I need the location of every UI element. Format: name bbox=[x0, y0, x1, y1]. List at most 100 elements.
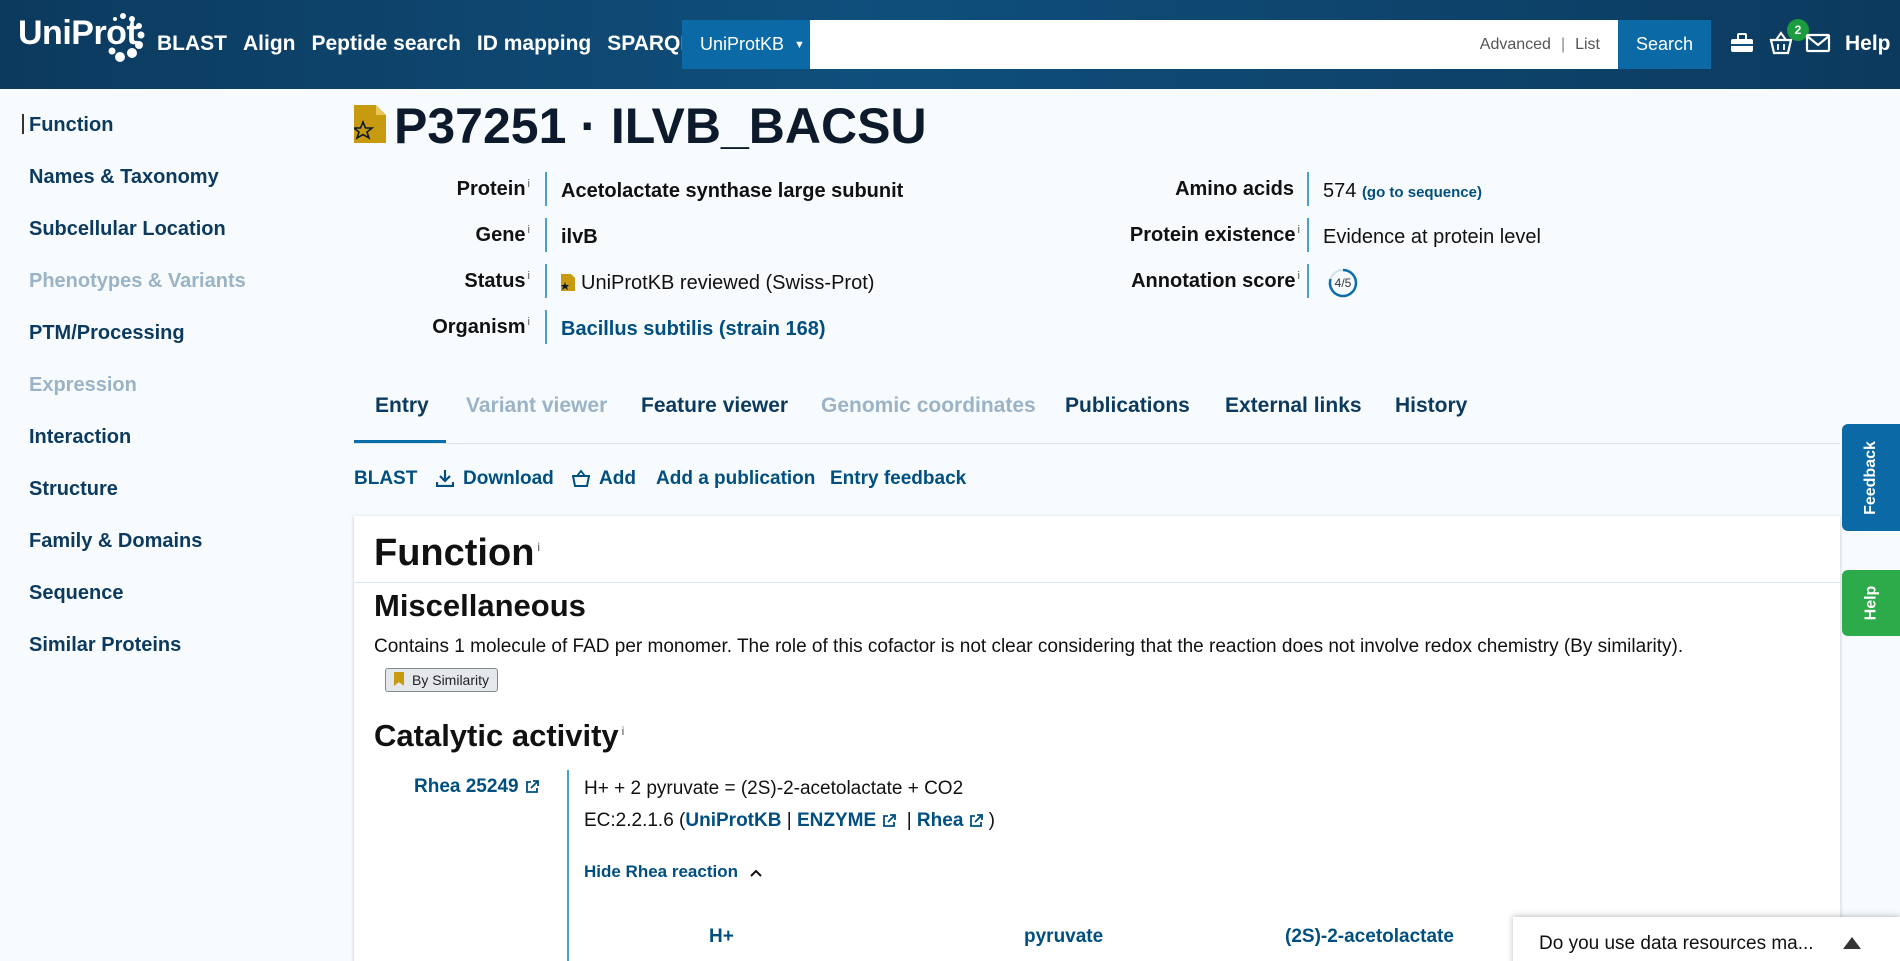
search-button[interactable]: Search bbox=[1618, 20, 1711, 69]
reaction-divider bbox=[567, 770, 569, 961]
function-heading: Function i bbox=[374, 532, 540, 575]
sidebar-item-function[interactable]: Function bbox=[29, 114, 113, 137]
sidebar-item-names-taxonomy[interactable]: Names & Taxonomy bbox=[29, 166, 219, 189]
info-divider bbox=[545, 264, 547, 298]
go-to-sequence-link[interactable]: (go to sequence) bbox=[1362, 184, 1482, 201]
annotation-score-label-text: Annotation score bbox=[1131, 270, 1296, 292]
chevron-up-icon bbox=[750, 869, 762, 877]
search-input[interactable]: Advanced | List bbox=[810, 20, 1618, 69]
info-icon[interactable]: i bbox=[528, 224, 530, 236]
reviewed-icon bbox=[561, 274, 575, 291]
blast-button[interactable]: BLAST bbox=[354, 468, 417, 490]
info-divider bbox=[1307, 264, 1309, 298]
advanced-search-link[interactable]: Advanced bbox=[1480, 36, 1551, 53]
help-side-tab[interactable]: Help bbox=[1842, 570, 1900, 636]
database-select[interactable]: UniProtKB ▼ bbox=[682, 20, 810, 69]
organism-link[interactable]: Bacillus subtilis (strain 168) bbox=[561, 318, 826, 341]
ec-number-line: EC:2.2.1.6 (UniProtKB | ENZYME | Rhea ) bbox=[584, 810, 995, 831]
list-search-link[interactable]: List bbox=[1575, 36, 1600, 53]
tab-external-links[interactable]: External links bbox=[1225, 394, 1362, 418]
organism-label: Organism i bbox=[432, 316, 530, 339]
sidebar-item-phenotypes-variants: Phenotypes & Variants bbox=[29, 270, 246, 292]
add-publication-button[interactable]: Add a publication bbox=[656, 468, 815, 490]
ec-suffix: ) bbox=[988, 810, 995, 831]
info-icon[interactable]: i bbox=[1298, 270, 1300, 282]
compound-acetolactate[interactable]: (2S)-2-acetolactate bbox=[1285, 926, 1454, 948]
sidebar-item-similar-proteins[interactable]: Similar Proteins bbox=[29, 634, 181, 657]
info-divider bbox=[545, 218, 547, 252]
protein-label-text: Protein bbox=[456, 178, 526, 200]
amino-acids-label: Amino acids bbox=[1175, 178, 1294, 200]
sidebar-item-sequence[interactable]: Sequence bbox=[29, 582, 123, 605]
evidence-tag[interactable]: By Similarity bbox=[385, 668, 499, 692]
hide-rhea-label: Hide Rhea reaction bbox=[584, 862, 738, 881]
nav-id-mapping[interactable]: ID mapping bbox=[477, 32, 591, 56]
info-icon[interactable]: i bbox=[622, 724, 625, 738]
annotation-score-value: 4/5 bbox=[1334, 276, 1352, 290]
sidebar-item-structure[interactable]: Structure bbox=[29, 478, 118, 501]
help-link[interactable]: Help bbox=[1845, 32, 1891, 56]
feedback-side-tab-label: Feedback bbox=[1862, 440, 1879, 515]
hide-rhea-reaction-toggle[interactable]: Hide Rhea reaction bbox=[584, 862, 763, 882]
help-side-tab-label: Help bbox=[1861, 585, 1879, 621]
add-to-basket-button[interactable]: Add bbox=[599, 468, 636, 490]
sidebar-item-family-domains[interactable]: Family & Domains bbox=[29, 530, 202, 553]
logo-dots-icon bbox=[108, 13, 145, 62]
info-icon[interactable]: i bbox=[528, 316, 530, 328]
protein-value: Acetolactate synthase large subunit bbox=[561, 180, 904, 202]
download-button[interactable]: Download bbox=[463, 468, 554, 490]
catalytic-activity-heading-text: Catalytic activity bbox=[374, 718, 619, 753]
info-icon[interactable]: i bbox=[537, 540, 540, 554]
gene-label-text: Gene bbox=[475, 224, 526, 246]
tab-entry[interactable]: Entry bbox=[375, 394, 429, 418]
catalytic-activity-heading: Catalytic activity i bbox=[374, 718, 624, 754]
external-link-icon bbox=[970, 814, 984, 827]
gene-value: ilvB bbox=[561, 226, 598, 248]
amino-acids-value: 574 (go to sequence) bbox=[1323, 180, 1482, 203]
ec-enzyme-text: ENZYME bbox=[796, 810, 877, 831]
entry-feedback-button[interactable]: Entry feedback bbox=[830, 468, 966, 490]
search-options: Advanced | List bbox=[1480, 36, 1600, 54]
compound-h-plus[interactable]: H+ bbox=[709, 926, 734, 948]
nav-peptide-search[interactable]: Peptide search bbox=[312, 32, 461, 56]
protein-existence-value: Evidence at protein level bbox=[1323, 226, 1541, 248]
sidebar-item-interaction[interactable]: Interaction bbox=[29, 426, 131, 449]
ec-enzyme-link[interactable]: ENZYME bbox=[796, 810, 897, 831]
sidebar-item-subcellular-location[interactable]: Subcellular Location bbox=[29, 218, 226, 241]
ec-rhea-link[interactable]: Rhea bbox=[917, 810, 984, 831]
tab-feature-viewer[interactable]: Feature viewer bbox=[641, 394, 788, 418]
nav-blast[interactable]: BLAST bbox=[157, 32, 227, 56]
page-title: P37251 · ILVB_BACSU bbox=[394, 98, 927, 154]
sidebar-item-ptm-processing[interactable]: PTM/Processing bbox=[29, 322, 185, 345]
bookmark-icon bbox=[394, 672, 404, 686]
survey-popup[interactable]: Do you use data resources ma... bbox=[1513, 917, 1900, 961]
protein-label: Protein i bbox=[457, 178, 530, 201]
tab-publications[interactable]: Publications bbox=[1065, 394, 1190, 418]
caret-up-icon[interactable] bbox=[1843, 937, 1861, 949]
amino-acids-count: 574 bbox=[1323, 180, 1357, 202]
info-icon[interactable]: i bbox=[528, 178, 530, 190]
compound-pyruvate[interactable]: pyruvate bbox=[1024, 926, 1103, 948]
nav-sparql[interactable]: SPARQL bbox=[607, 32, 693, 56]
ec-uniprotkb-link[interactable]: UniProtKB bbox=[685, 810, 781, 831]
database-select-value: UniProtKB bbox=[700, 34, 785, 54]
tab-variant-viewer: Variant viewer bbox=[466, 394, 608, 417]
ec-number: EC:2.2.1.6 ( bbox=[584, 810, 686, 831]
reviewed-entry-icon bbox=[354, 105, 386, 143]
tool-box-icon[interactable] bbox=[1729, 30, 1755, 56]
rhea-id-link[interactable]: Rhea 25249 bbox=[414, 776, 539, 798]
caret-down-icon: ▼ bbox=[794, 38, 805, 51]
miscellaneous-text: Contains 1 molecule of FAD per monomer. … bbox=[374, 636, 1684, 657]
divider bbox=[354, 582, 1840, 583]
feedback-side-tab[interactable]: Feedback bbox=[1842, 424, 1900, 531]
annotation-score-badge[interactable]: 4/5 bbox=[1328, 268, 1358, 298]
info-divider bbox=[545, 172, 547, 206]
tab-history[interactable]: History bbox=[1395, 394, 1467, 418]
info-icon[interactable]: i bbox=[528, 270, 530, 282]
nav-align[interactable]: Align bbox=[243, 32, 296, 56]
main-nav: BLAST Align Peptide search ID mapping SP… bbox=[157, 32, 709, 56]
mail-icon[interactable] bbox=[1805, 30, 1831, 56]
external-link-icon bbox=[525, 780, 539, 793]
gene-label: Gene i bbox=[476, 224, 530, 247]
info-icon[interactable]: i bbox=[1298, 224, 1300, 236]
